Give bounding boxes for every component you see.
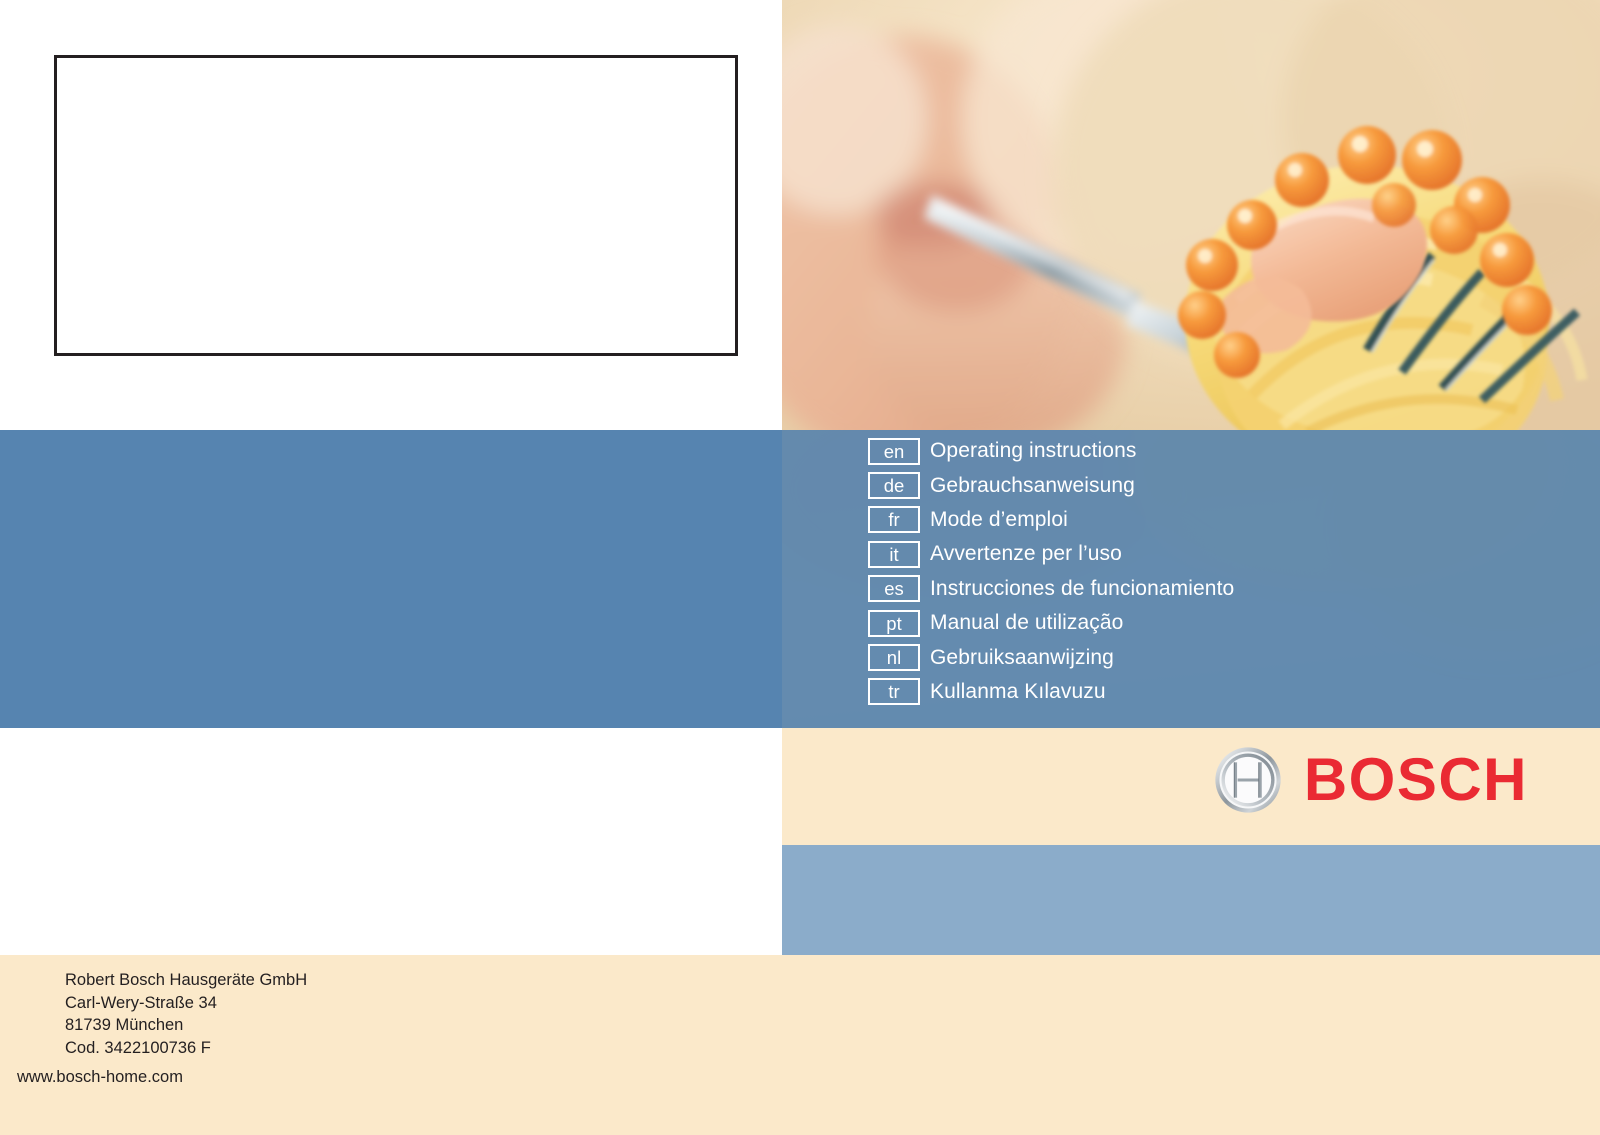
language-code-tr: tr xyxy=(868,678,920,706)
website-url-container: www.bosch-home.com xyxy=(0,1068,1600,1087)
logo-band: BOSCH xyxy=(782,728,1600,845)
website-url[interactable]: www.bosch-home.com xyxy=(17,1068,183,1086)
language-row: es Instrucciones de funcionamiento xyxy=(868,572,1234,606)
address-line-street: Carl-Wery-Straße 34 xyxy=(65,993,217,1012)
language-label-fr: Mode d’emploi xyxy=(930,507,1068,531)
language-row: it Avvertenze per l’uso xyxy=(868,537,1234,571)
light-blue-band xyxy=(782,845,1600,955)
language-row: nl Gebruiksaanwijzing xyxy=(868,640,1234,674)
bosch-wordmark: BOSCH xyxy=(1303,746,1528,813)
address-line-city: 81739 München xyxy=(65,1016,184,1034)
language-row: tr Kullanma Kılavuzu xyxy=(868,675,1234,709)
language-label-en: Operating instructions xyxy=(930,439,1137,463)
language-row: de Gebrauchsanweisung xyxy=(868,468,1234,502)
language-row: fr Mode d’emploi xyxy=(868,503,1234,537)
language-code-it: it xyxy=(868,540,920,568)
language-row: pt Manual de utilização xyxy=(868,606,1234,640)
blue-band-left xyxy=(0,430,782,728)
address-line-company: Robert Bosch Hausgeräte GmbH xyxy=(65,971,308,989)
cover-placeholder-box xyxy=(54,55,738,356)
language-label-pt: Manual de utilização xyxy=(930,611,1124,635)
language-code-fr: fr xyxy=(868,506,920,534)
language-label-de: Gebrauchsanweisung xyxy=(930,473,1135,497)
language-code-pt: pt xyxy=(868,609,920,637)
language-row: en Operating instructions xyxy=(868,434,1234,468)
language-label-es: Instrucciones de funcionamiento xyxy=(930,576,1235,600)
language-list: en Operating instructions de Gebrauchsan… xyxy=(868,434,1234,709)
footer-band: Robert Bosch Hausgeräte GmbH Carl-Wery-S… xyxy=(0,955,1600,1135)
language-code-nl: nl xyxy=(868,644,920,672)
language-code-en: en xyxy=(868,437,920,465)
bosch-logo: BOSCH xyxy=(1214,746,1528,814)
manufacturer-address: Robert Bosch Hausgeräte GmbH Carl-Wery-S… xyxy=(65,969,307,1059)
manual-cover-page: en Operating instructions de Gebrauchsan… xyxy=(0,0,1600,1135)
language-code-de: de xyxy=(868,472,920,500)
language-label-it: Avvertenze per l’uso xyxy=(930,542,1122,566)
language-label-nl: Gebruiksaanwijzing xyxy=(930,645,1114,669)
cover-photo xyxy=(782,0,1600,432)
bosch-armature-icon xyxy=(1215,747,1281,813)
language-code-es: es xyxy=(868,575,920,603)
cover-photo-illustration xyxy=(782,0,1600,432)
language-label-tr: Kullanma Kılavuzu xyxy=(930,679,1106,703)
address-line-code: Cod. 3422100736 F xyxy=(65,1038,211,1057)
